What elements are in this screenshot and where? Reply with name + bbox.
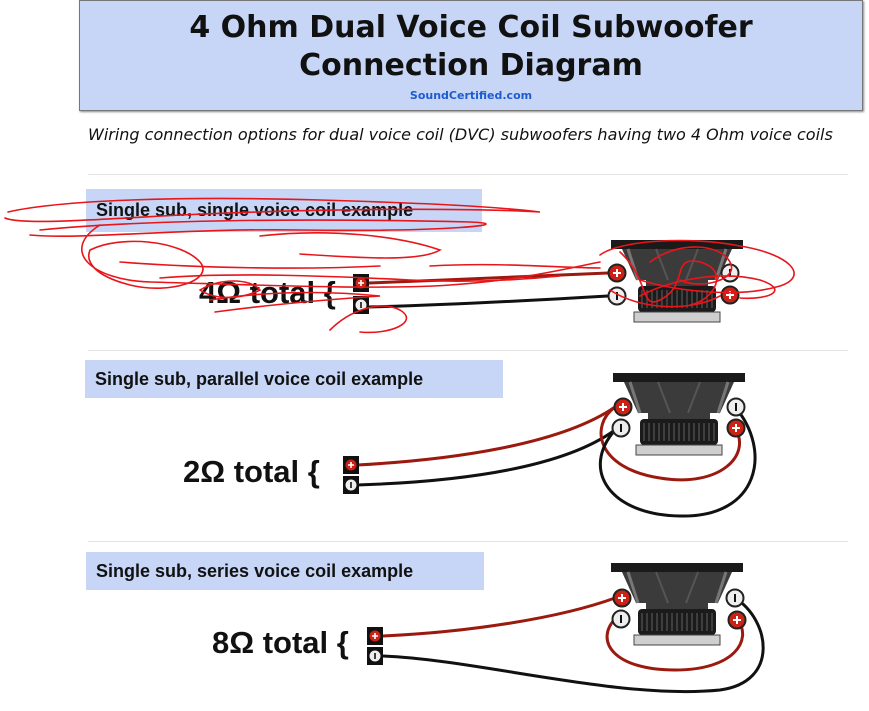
positive-terminal-icon — [720, 285, 740, 305]
positive-terminal-icon — [726, 418, 746, 438]
negative-terminal-icon — [611, 609, 631, 629]
positive-terminal-icon — [727, 610, 747, 630]
positive-terminal-icon — [612, 588, 632, 608]
diagram-parallel — [342, 371, 757, 518]
amp-positive-terminal-icon — [352, 273, 370, 293]
amp-negative-terminal-icon — [366, 646, 384, 666]
amp-negative-terminal-icon — [342, 475, 360, 495]
amp-negative-terminal-icon — [352, 295, 370, 315]
positive-terminal-icon — [607, 263, 627, 283]
diagram-series — [366, 561, 765, 694]
negative-terminal-icon — [725, 588, 745, 608]
subwoofer-icon — [611, 371, 747, 457]
positive-terminal-icon — [613, 397, 633, 417]
negative-terminal-icon — [611, 418, 631, 438]
wiring-diagrams — [4, 197, 795, 694]
negative-terminal-icon — [726, 397, 746, 417]
subwoofer-icon — [609, 561, 745, 647]
amp-positive-terminal-icon — [366, 626, 384, 646]
amp-positive-terminal-icon — [342, 455, 360, 475]
